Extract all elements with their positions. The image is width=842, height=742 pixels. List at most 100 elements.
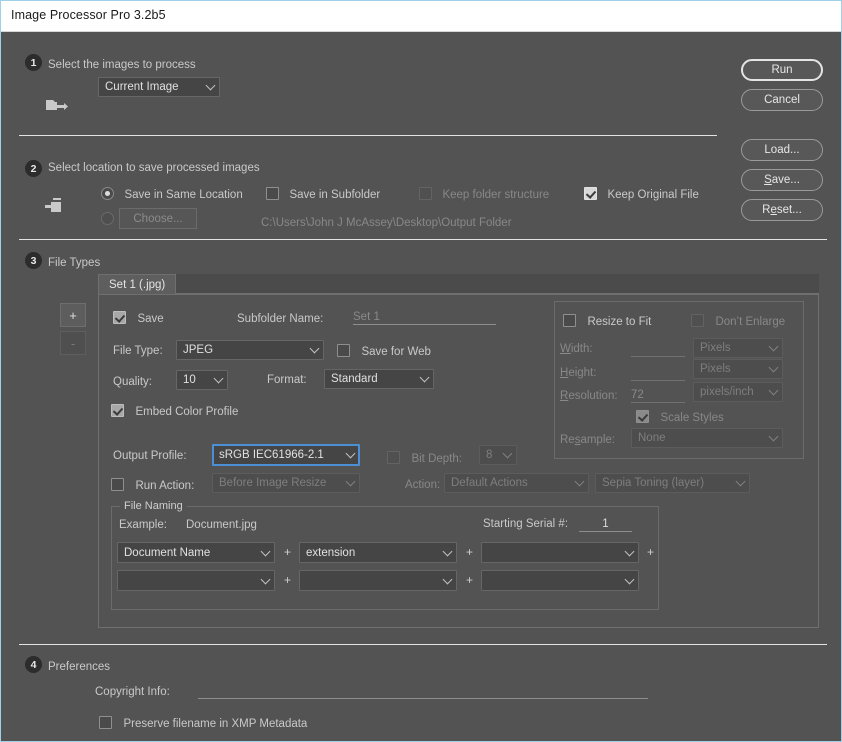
resolution-value: 72 bbox=[631, 389, 644, 401]
preserve-filename-checkbox[interactable] bbox=[99, 716, 112, 730]
run-action-option[interactable]: Run Action: bbox=[111, 476, 194, 494]
dont-enlarge-label: Don’t Enlarge bbox=[715, 316, 786, 328]
load-button[interactable]: Load... bbox=[741, 139, 823, 161]
format-select[interactable]: Standard bbox=[324, 369, 434, 389]
subfolder-name-value: Set 1 bbox=[353, 311, 380, 323]
chevron-down-icon bbox=[735, 476, 746, 487]
save-in-subfolder-checkbox[interactable] bbox=[266, 187, 279, 201]
chevron-down-icon bbox=[768, 431, 779, 442]
keep-folder-structure-label: Keep folder structure bbox=[442, 189, 550, 201]
example-value: Document.jpg bbox=[186, 519, 257, 531]
starting-serial-value: 1 bbox=[602, 518, 609, 530]
dont-enlarge-option: Don’t Enlarge bbox=[691, 312, 785, 330]
save-for-web-checkbox[interactable] bbox=[337, 344, 350, 358]
naming-plus-4: + bbox=[284, 573, 292, 587]
scale-styles-option: Scale Styles bbox=[636, 408, 724, 426]
width-unit-select[interactable]: Pixels bbox=[693, 338, 783, 358]
naming-token-1[interactable]: Document Name bbox=[117, 542, 275, 563]
remove-file-type-button[interactable]: - bbox=[60, 331, 86, 355]
quality-select[interactable]: 10 bbox=[176, 370, 228, 390]
naming-plus-5: + bbox=[466, 573, 474, 587]
width-label: WWidth:idth: bbox=[560, 343, 593, 355]
save-in-subfolder-option[interactable]: Save in Subfolder bbox=[266, 185, 380, 203]
subfolder-name-label: Subfolder Name: bbox=[237, 313, 324, 325]
chevron-down-icon bbox=[260, 574, 271, 584]
save-option[interactable]: Save bbox=[113, 309, 164, 327]
starting-serial-label: Starting Serial #: bbox=[483, 518, 569, 530]
action-name-value: Sepia Toning (layer) bbox=[602, 477, 705, 489]
dont-enlarge-checkbox bbox=[691, 314, 704, 328]
resample-value: None bbox=[638, 432, 666, 444]
title-bar: Image Processor Pro 3.2b5 bbox=[1, 1, 841, 32]
embed-color-profile-checkbox[interactable] bbox=[111, 404, 124, 418]
resolution-unit-select[interactable]: pixels/inch bbox=[693, 382, 783, 402]
chevron-down-icon bbox=[624, 546, 635, 556]
action-name-select[interactable]: Sepia Toning (layer) bbox=[595, 473, 750, 493]
naming-plus-3: + bbox=[647, 545, 655, 559]
save-same-location-radio[interactable] bbox=[101, 187, 114, 201]
run-action-timing-select[interactable]: Before Image Resize bbox=[212, 473, 360, 493]
file-type-select[interactable]: JPEG bbox=[176, 340, 324, 360]
chevron-down-icon bbox=[768, 385, 779, 396]
naming-token-2[interactable]: extension bbox=[299, 542, 457, 563]
chevron-down-icon bbox=[624, 574, 635, 584]
action-label: Action: bbox=[405, 479, 441, 491]
keep-original-file-option[interactable]: Keep Original File bbox=[584, 185, 699, 203]
folder-import-icon bbox=[45, 198, 61, 212]
scale-styles-label: Scale Styles bbox=[660, 412, 724, 424]
step-1-heading: Select the images to process bbox=[48, 59, 196, 71]
height-label: Height: bbox=[560, 367, 597, 379]
save-for-web-option[interactable]: Save for Web bbox=[337, 342, 431, 360]
naming-plus-2: + bbox=[466, 545, 474, 559]
divider-3 bbox=[19, 644, 827, 645]
resolution-input[interactable]: 72 bbox=[631, 387, 685, 403]
copyright-info-input[interactable] bbox=[198, 681, 648, 699]
add-file-type-button[interactable]: + bbox=[60, 303, 86, 327]
chevron-down-icon bbox=[213, 373, 224, 384]
bit-depth-select[interactable]: 8 bbox=[479, 445, 517, 465]
keep-folder-structure-option: Keep folder structure bbox=[419, 185, 549, 203]
save-same-location-option[interactable]: Save in Same Location bbox=[101, 185, 243, 203]
action-set-select[interactable]: Default Actions bbox=[444, 473, 589, 493]
height-unit-value: Pixels bbox=[700, 363, 731, 375]
preserve-filename-option[interactable]: Preserve filename in XMP Metadata bbox=[99, 714, 307, 732]
output-profile-select[interactable]: sRGB IEC61966-2.1 bbox=[212, 444, 360, 466]
bit-depth-checkbox bbox=[387, 451, 400, 465]
height-unit-select[interactable]: Pixels bbox=[693, 359, 783, 379]
run-action-label: Run Action: bbox=[135, 480, 195, 492]
save-checkbox[interactable] bbox=[113, 311, 126, 325]
run-action-checkbox[interactable] bbox=[111, 478, 124, 492]
example-label: Example: bbox=[119, 519, 167, 531]
source-select[interactable]: Current Image bbox=[98, 77, 220, 97]
choose-folder-button[interactable]: Choose... bbox=[119, 208, 197, 229]
quality-value: 10 bbox=[183, 374, 196, 386]
naming-token-4[interactable] bbox=[117, 570, 275, 591]
save-to-folder-radio[interactable] bbox=[101, 212, 114, 225]
bit-depth-label: Bit Depth: bbox=[411, 453, 462, 465]
naming-token-5[interactable] bbox=[299, 570, 457, 591]
height-input[interactable] bbox=[631, 365, 685, 381]
resize-to-fit-checkbox[interactable] bbox=[563, 314, 576, 328]
embed-color-profile-option[interactable]: Embed Color Profile bbox=[111, 402, 238, 420]
preserve-filename-label: Preserve filename in XMP Metadata bbox=[123, 718, 308, 730]
cancel-button[interactable]: Cancel bbox=[741, 89, 823, 111]
keep-original-file-checkbox[interactable] bbox=[584, 187, 597, 201]
starting-serial-input[interactable]: 1 bbox=[579, 514, 632, 532]
tab-set-1[interactable]: Set 1 (.jpg) bbox=[98, 274, 177, 294]
save-settings-button[interactable]: SSave...ave... bbox=[741, 169, 823, 191]
naming-token-3[interactable] bbox=[481, 542, 639, 563]
resize-to-fit-option[interactable]: Resize to Fit bbox=[563, 312, 651, 330]
width-input[interactable] bbox=[631, 341, 685, 357]
resample-label: Resample: bbox=[560, 434, 615, 446]
naming-token-6[interactable] bbox=[481, 570, 639, 591]
subfolder-name-input[interactable]: Set 1 bbox=[353, 307, 496, 325]
chevron-down-icon bbox=[205, 80, 216, 91]
chevron-down-icon bbox=[574, 476, 585, 487]
file-naming-group-label: File Naming bbox=[120, 500, 187, 512]
run-button[interactable]: Run bbox=[741, 59, 823, 81]
step-3-heading: File Types bbox=[48, 257, 101, 269]
resample-select[interactable]: None bbox=[631, 428, 783, 448]
chevron-down-icon bbox=[260, 546, 271, 556]
reset-button[interactable]: Re set... bbox=[741, 199, 823, 221]
keep-original-file-label: Keep Original File bbox=[607, 189, 699, 201]
